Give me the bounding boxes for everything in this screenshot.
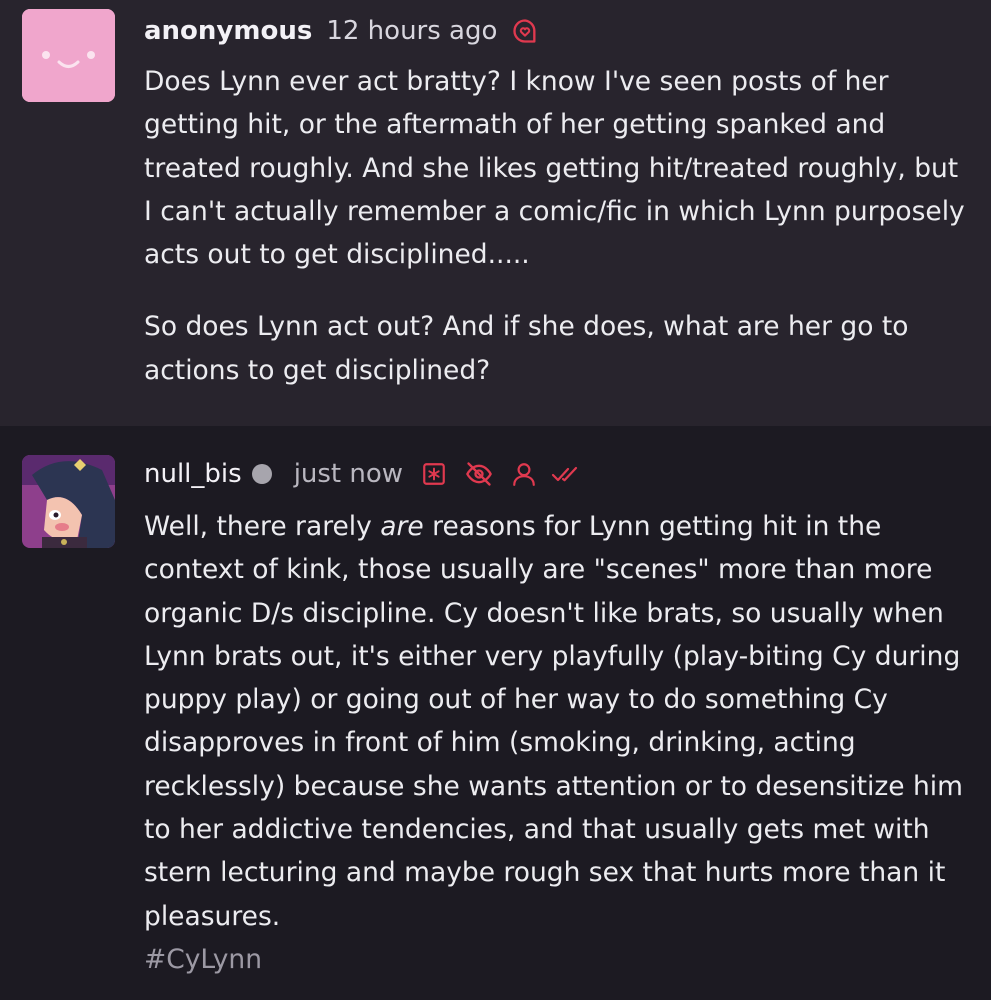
ask-paragraph: Does Lynn ever act bratty? I know I've s… <box>144 66 965 271</box>
anonymous-avatar[interactable] <box>22 9 115 102</box>
ask-username[interactable]: anonymous <box>144 15 312 47</box>
ask-timestamp[interactable]: 12 hours ago <box>326 15 497 47</box>
double-check-icon[interactable] <box>551 463 579 485</box>
answer-paragraph: Well, there rarely are reasons for Lynn … <box>144 505 974 938</box>
answer-body: Well, there rarely are reasons for Lynn … <box>144 505 974 938</box>
asterisk-box-icon[interactable] <box>421 461 447 487</box>
answer-text-start: Well, there rarely <box>144 511 381 542</box>
smiley-face-icon <box>22 9 115 102</box>
answer-username[interactable]: null_bis <box>144 458 242 490</box>
ask-body: Does Lynn ever act bratty? I know I've s… <box>144 60 974 392</box>
answer-timestamp[interactable]: just now <box>294 458 403 490</box>
user-avatar[interactable] <box>22 455 115 548</box>
hashtag[interactable]: #CyLynn <box>144 943 262 977</box>
speech-bubble-heart-icon[interactable] <box>511 17 539 45</box>
ask-header: anonymous 12 hours ago <box>144 15 539 47</box>
eye-off-icon[interactable] <box>465 460 493 488</box>
ask-post: anonymous 12 hours ago Does Lynn ever ac… <box>0 0 991 426</box>
answer-emphasis: are <box>380 511 424 542</box>
avatar-illustration <box>22 455 115 548</box>
ask-paragraph: So does Lynn act out? And if she does, w… <box>144 311 909 386</box>
online-status-dot <box>251 464 272 484</box>
answer-header: null_bis just now <box>144 458 579 490</box>
answer-text-rest: reasons for Lynn getting hit in the cont… <box>144 511 963 932</box>
answer-post: null_bis just now Well, there rarely are… <box>0 426 991 1000</box>
user-icon[interactable] <box>511 460 537 488</box>
